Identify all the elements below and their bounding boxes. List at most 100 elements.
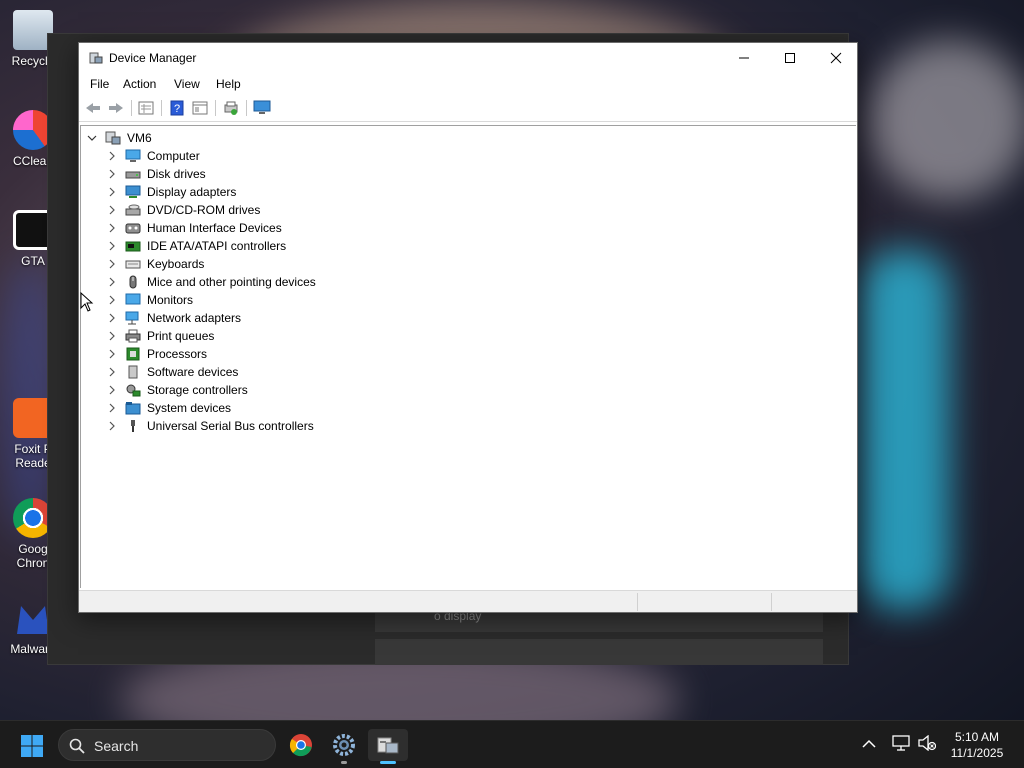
storage-controller-icon [126,384,141,397]
tree-root-label: VM6 [127,131,152,145]
tree-item[interactable]: Monitors [105,291,193,309]
chevron-right-icon[interactable] [105,273,119,291]
tree-item[interactable]: Storage controllers [105,381,248,399]
tree-item[interactable]: Software devices [105,363,238,381]
chevron-right-icon[interactable] [105,363,119,381]
menu-bar: File Action View Help [79,73,857,95]
close-button[interactable] [813,43,859,73]
maximize-button[interactable] [767,43,813,73]
back-button[interactable] [83,99,103,117]
tree-item[interactable]: Keyboards [105,255,204,273]
tree-item-label: Print queues [147,329,215,343]
taskbar-app-chrome[interactable] [281,729,321,761]
tree-item-label: Mice and other pointing devices [147,275,316,289]
tree-item[interactable]: Network adapters [105,309,241,327]
tree-item-label: System devices [147,401,232,415]
tree-item[interactable]: System devices [105,399,231,417]
tree-item[interactable]: Disk drives [105,165,206,183]
chevron-right-icon[interactable] [105,201,119,219]
search-icon [69,738,85,754]
mouse-icon [129,275,137,289]
chevron-right-icon[interactable] [105,399,119,417]
taskbar: Search 5:10 AM 11/1/2025 [0,720,1024,768]
status-cell [637,593,771,611]
tree-item[interactable]: Processors [105,345,207,363]
tree-item[interactable]: Human Interface Devices [105,219,282,237]
chevron-right-icon[interactable] [105,165,119,183]
tree-item[interactable]: Mice and other pointing devices [105,273,316,291]
taskbar-app-settings[interactable] [324,729,364,764]
forward-icon [109,103,123,113]
software-device-icon [128,365,138,379]
chevron-right-icon[interactable] [105,327,119,345]
chevron-right-icon[interactable] [105,147,119,165]
tree-item[interactable]: Display adapters [105,183,236,201]
tree-item-label: Processors [147,347,208,361]
back-icon [86,103,100,113]
start-button[interactable] [20,734,44,758]
volume-muted-icon[interactable] [918,735,936,751]
toolbar: ? [79,95,857,122]
chevron-right-icon[interactable] [105,255,119,273]
menu-action[interactable]: Action [123,77,156,91]
menu-file[interactable]: File [90,77,109,91]
running-indicator [341,761,347,764]
minimize-button[interactable] [721,43,767,73]
toolbar-separator [161,100,162,116]
close-icon [830,52,842,64]
tree-item-label: Computer [147,149,200,163]
chevron-right-icon[interactable] [105,183,119,201]
tree-item-label: Network adapters [147,311,242,325]
network-icon[interactable] [892,735,910,751]
view-button[interactable] [190,99,210,117]
device-manager-icon [377,737,399,754]
network-adapter-icon [125,311,139,325]
tree-item[interactable]: Universal Serial Bus controllers [105,417,314,435]
tree-root[interactable]: VM6 [85,129,152,147]
chevron-right-icon[interactable] [105,219,119,237]
tree-item[interactable]: DVD/CD-ROM drives [105,201,260,219]
settings-icon [333,734,355,756]
chrome-icon [289,734,312,757]
chevron-right-icon[interactable] [105,309,119,327]
tree-item-label: Monitors [147,293,194,307]
wallpaper-shape [870,40,1024,200]
mouse-cursor-icon [80,292,94,312]
chevron-right-icon[interactable] [105,381,119,399]
tree-item[interactable]: Print queues [105,327,214,345]
toolbar-separator [215,100,216,116]
tree-item[interactable]: IDE ATA/ATAPI controllers [105,237,286,255]
clock-time: 5:10 AM [954,730,1000,744]
disk-drive-icon [125,171,141,179]
properties-button[interactable] [136,99,156,117]
chevron-up-icon[interactable] [862,739,876,749]
menu-help[interactable]: Help [216,77,241,91]
update-driver-button[interactable] [221,99,241,117]
tree-item-label: Software devices [147,365,239,379]
chevron-right-icon[interactable] [105,417,119,435]
scan-hardware-button[interactable] [252,99,272,117]
system-clock[interactable]: 5:10 AM 11/1/2025 [940,729,1014,761]
menu-view[interactable]: View [174,77,200,91]
update-driver-icon [224,101,238,115]
chevron-down-icon[interactable] [85,129,99,147]
tree-item[interactable]: Computer [105,147,200,165]
chevron-right-icon[interactable] [105,237,119,255]
title-bar[interactable]: Device Manager [79,43,857,73]
display-adapter-icon [125,185,141,198]
wallpaper-shape [860,250,950,610]
computer-icon [125,149,141,162]
chevron-right-icon[interactable] [105,291,119,309]
window-title: Device Manager [109,51,197,65]
taskbar-app-device-manager[interactable] [368,729,408,764]
tree-item-label: Universal Serial Bus controllers [147,419,314,433]
tree-item-label: Disk drives [147,167,206,181]
device-tree[interactable]: VM6 Computer Disk drives Display adapter… [80,125,856,588]
tree-item-label: DVD/CD-ROM drives [147,203,261,217]
tree-item-label: Human Interface Devices [147,221,282,235]
forward-button[interactable] [106,99,126,117]
help-button[interactable]: ? [167,99,187,117]
search-label: Search [94,738,139,754]
chevron-right-icon[interactable] [105,345,119,363]
taskbar-search[interactable]: Search [58,729,276,761]
